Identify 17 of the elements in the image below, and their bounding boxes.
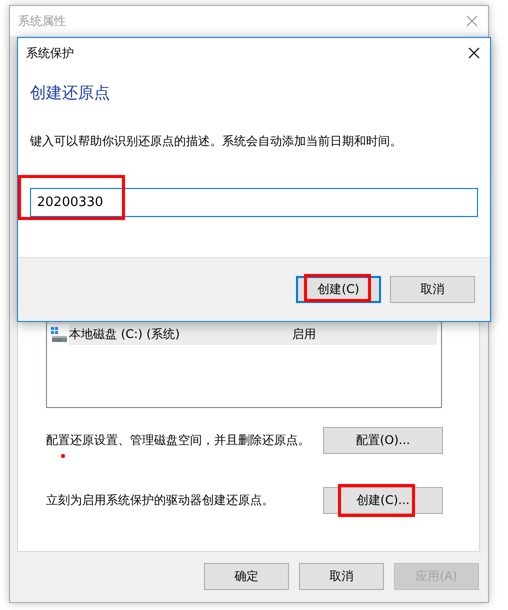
dialog-button[interactable]: 取消 xyxy=(390,276,475,303)
close-icon[interactable] xyxy=(468,47,480,59)
instruction-text: 键入可以帮助你识别还原点的描述。系统会自动添加当前日期和时间。 xyxy=(30,133,403,150)
protection-status: 启用 xyxy=(284,324,437,345)
drive-row[interactable]: 本地磁盘 (C:) (系统) 启用 xyxy=(47,324,441,345)
dialog-button[interactable]: 取消 xyxy=(299,563,384,590)
dialog-button[interactable]: 确定 xyxy=(204,563,289,590)
action-description: 配置还原设置、管理磁盘空间，并且删除还原点。 xyxy=(46,433,310,447)
drive-icon xyxy=(51,326,67,342)
dialog-heading: 创建还原点 xyxy=(30,82,111,104)
window-title: 系统属性 xyxy=(18,12,66,30)
dialog-title: 系统保护 xyxy=(26,44,74,62)
drive-name: 本地磁盘 (C:) (系统) xyxy=(69,324,284,345)
action-button[interactable]: 配置(O)... xyxy=(323,427,443,454)
action-button[interactable]: 创建(C)... xyxy=(323,487,443,514)
action-description: 立刻为启用系统保护的驱动器创建还原点。 xyxy=(46,493,274,507)
description-field[interactable]: 20200330 xyxy=(30,188,478,217)
